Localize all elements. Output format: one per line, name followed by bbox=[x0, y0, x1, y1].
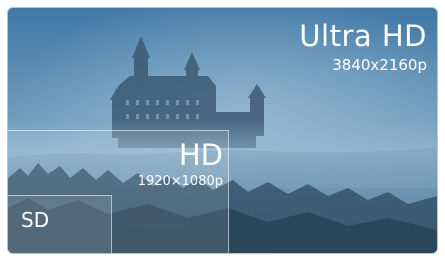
ultra-hd-title: Ultra HD bbox=[299, 19, 427, 53]
sd-title: SD bbox=[21, 208, 50, 232]
hd-title: HD bbox=[178, 138, 223, 172]
hd-resolution: 1920×1080p bbox=[137, 174, 223, 189]
ultra-hd-resolution: 3840x2160p bbox=[332, 56, 427, 74]
resolution-comparison-frame: Ultra HD 3840x2160p HD 1920×1080p SD bbox=[7, 7, 438, 254]
sd-region-box: SD bbox=[8, 195, 112, 253]
